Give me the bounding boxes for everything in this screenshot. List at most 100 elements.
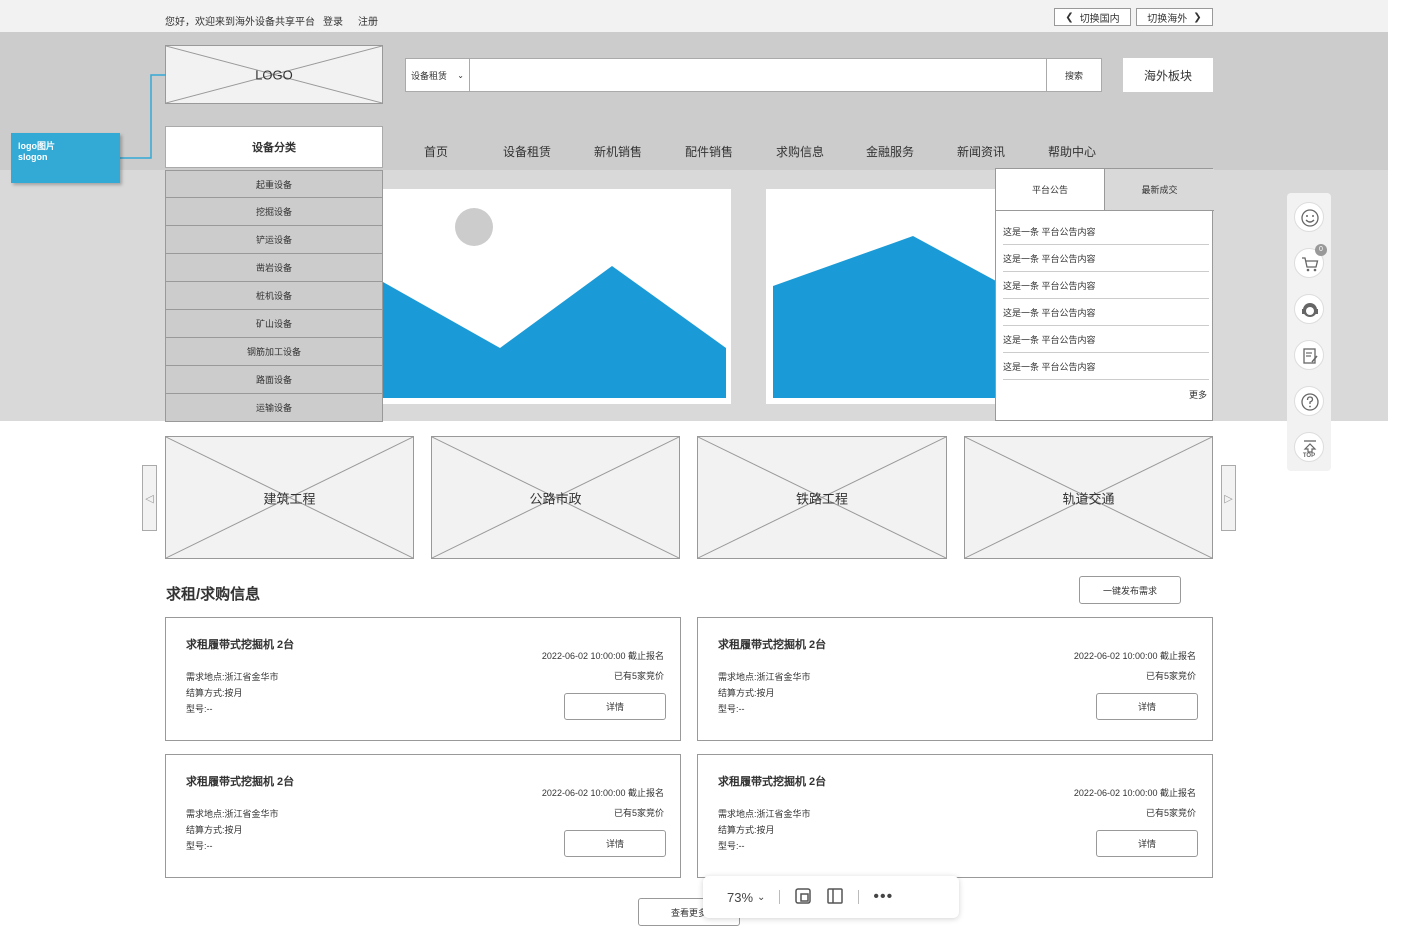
notice-item[interactable]: 这是一条 平台公告内容 <box>1003 245 1209 272</box>
top-icon[interactable]: TOP <box>1294 432 1324 462</box>
industry-card-railway[interactable]: 铁路工程 <box>697 436 947 559</box>
divider <box>858 890 860 904</box>
demand-offers: 已有5家竞价 <box>613 671 664 681</box>
image-placeholder-icon <box>773 236 996 398</box>
switch-overseas-button[interactable]: 切换海外 ❯ <box>1136 8 1213 26</box>
nav-purchase-info[interactable]: 求购信息 <box>776 143 824 160</box>
detail-button[interactable]: 详情 <box>1096 693 1198 720</box>
nav-help[interactable]: 帮助中心 <box>1048 143 1096 160</box>
notice-item[interactable]: 这是一条 平台公告内容 <box>1003 299 1209 326</box>
nav-new-sales[interactable]: 新机销售 <box>594 143 642 160</box>
demand-location: 需求地点:浙江省金华市 <box>718 809 811 819</box>
carousel-next-button[interactable]: ▷ <box>1221 465 1236 531</box>
banner-image-2[interactable] <box>766 189 996 404</box>
annotation-line2: slogon <box>18 152 48 162</box>
category-item[interactable]: 铲运设备 <box>165 226 383 254</box>
demand-deadline: 2022-06-02 10:00:00 截止报名 <box>1073 651 1196 661</box>
category-item[interactable]: 运输设备 <box>165 394 383 422</box>
search-input[interactable] <box>469 58 1047 92</box>
demand-card[interactable]: 求租履带式挖掘机 2台 2022-06-02 10:00:00 截止报名 已有5… <box>697 754 1213 878</box>
chevron-right-icon: ❯ <box>1193 11 1202 23</box>
search-button[interactable]: 搜索 <box>1046 58 1102 92</box>
nav-news[interactable]: 新闻资讯 <box>957 143 1005 160</box>
category-item[interactable]: 挖掘设备 <box>165 198 383 226</box>
demand-settlement: 结算方式:按月 <box>718 825 775 835</box>
detail-button[interactable]: 详情 <box>564 693 666 720</box>
industry-card-highway[interactable]: 公路市政 <box>431 436 680 559</box>
category-item[interactable]: 钢筋加工设备 <box>165 338 383 366</box>
demand-card[interactable]: 求租履带式挖掘机 2台 2022-06-02 10:00:00 截止报名 已有5… <box>165 617 681 741</box>
category-title[interactable]: 设备分类 <box>165 126 383 168</box>
annotation-connector <box>120 74 166 159</box>
category-item[interactable]: 凿岩设备 <box>165 254 383 282</box>
notice-more-link[interactable]: 更多 <box>1189 388 1207 401</box>
tab-latest-deals[interactable]: 最新成交 <box>1105 169 1214 211</box>
industry-label: 公路市政 <box>529 491 582 506</box>
demand-offers: 已有5家竞价 <box>613 808 664 818</box>
category-item[interactable]: 路面设备 <box>165 366 383 394</box>
demand-deadline: 2022-06-02 10:00:00 截止报名 <box>541 788 664 798</box>
notice-item[interactable]: 这是一条 平台公告内容 <box>1003 218 1209 245</box>
image-placeholder-icon <box>383 208 726 398</box>
edit-icon[interactable] <box>1294 340 1324 370</box>
detail-button[interactable]: 详情 <box>1096 830 1198 857</box>
demand-card[interactable]: 求租履带式挖掘机 2台 2022-06-02 10:00:00 截止报名 已有5… <box>165 754 681 878</box>
detail-button[interactable]: 详情 <box>564 830 666 857</box>
chevron-down-icon[interactable]: ⌄ <box>757 892 765 903</box>
notice-item[interactable]: 这是一条 平台公告内容 <box>1003 326 1209 353</box>
industry-card-rail-transit[interactable]: 轨道交通 <box>964 436 1213 559</box>
notice-item[interactable]: 这是一条 平台公告内容 <box>1003 353 1209 380</box>
switch-domestic-label: 切换国内 <box>1079 13 1120 25</box>
category-item[interactable]: 桩机设备 <box>165 282 383 310</box>
demand-model: 型号:-- <box>186 704 213 714</box>
industry-label: 铁路工程 <box>795 491 848 506</box>
help-icon[interactable] <box>1294 386 1324 416</box>
nav-finance[interactable]: 金融服务 <box>866 143 914 160</box>
caret-right-icon: ▷ <box>1224 492 1233 505</box>
demand-model: 型号:-- <box>718 841 745 851</box>
demand-title: 求租履带式挖掘机 2台 <box>718 639 827 651</box>
welcome-text: 您好，欢迎来到海外设备共享平台 <box>165 17 315 28</box>
nav-parts-sales[interactable]: 配件销售 <box>685 143 733 160</box>
login-link[interactable]: 登录 <box>323 13 343 28</box>
annotation-line1: logo图片 <box>18 141 55 151</box>
category-item[interactable]: 矿山设备 <box>165 310 383 338</box>
notice-item[interactable]: 这是一条 平台公告内容 <box>1003 272 1209 299</box>
service-icon[interactable] <box>1294 294 1324 324</box>
carousel-prev-button[interactable]: ◁ <box>142 465 157 531</box>
tab-platform-notice[interactable]: 平台公告 <box>996 169 1105 211</box>
demand-card[interactable]: 求租履带式挖掘机 2台 2022-06-02 10:00:00 截止报名 已有5… <box>697 617 1213 741</box>
switch-domestic-button[interactable]: ❮ 切换国内 <box>1054 8 1131 26</box>
chevron-left-icon: ❮ <box>1065 11 1074 23</box>
notice-panel: 平台公告 最新成交 这是一条 平台公告内容 这是一条 平台公告内容 这是一条 平… <box>995 168 1214 421</box>
logo-placeholder[interactable]: LOGO <box>165 45 383 104</box>
cart-count-badge: 0 <box>1315 244 1327 256</box>
publish-demand-button[interactable]: 一键发布需求 <box>1079 576 1181 604</box>
overseas-section-button[interactable]: 海外板块 <box>1123 58 1213 92</box>
demand-settlement: 结算方式:按月 <box>186 825 243 835</box>
caret-left-icon: ◁ <box>145 492 154 505</box>
demand-model: 型号:-- <box>186 841 213 851</box>
demand-settlement: 结算方式:按月 <box>718 688 775 698</box>
more-options-icon[interactable]: ••• <box>873 888 893 906</box>
banner-image-1[interactable] <box>383 189 731 404</box>
smile-icon[interactable] <box>1294 202 1324 232</box>
switch-overseas-label: 切换海外 <box>1147 13 1188 25</box>
panel-toggle-icon[interactable] <box>826 887 844 908</box>
category-item[interactable]: 起重设备 <box>165 170 383 198</box>
demand-location: 需求地点:浙江省金华市 <box>186 672 279 682</box>
floating-toolbar: 0 TOP <box>1287 193 1331 471</box>
register-link[interactable]: 注册 <box>358 13 378 28</box>
demand-title: 求租履带式挖掘机 2台 <box>186 639 295 651</box>
category-list: 起重设备 挖掘设备 铲运设备 凿岩设备 桩机设备 矿山设备 钢筋加工设备 路面设… <box>165 170 383 422</box>
nav-rental[interactable]: 设备租赁 <box>503 143 551 160</box>
top-label: TOP <box>1302 453 1316 459</box>
industry-card-construction[interactable]: 建筑工程 <box>165 436 414 559</box>
search-type-value: 设备租赁 <box>411 70 448 81</box>
nav-home[interactable]: 首页 <box>424 143 448 160</box>
zoom-level[interactable]: 73% <box>727 890 753 905</box>
demand-model: 型号:-- <box>718 704 745 714</box>
fit-page-icon[interactable] <box>794 887 812 908</box>
demand-offers: 已有5家竞价 <box>1145 808 1196 818</box>
search-type-select[interactable]: 设备租赁 ⌄ <box>405 58 470 92</box>
